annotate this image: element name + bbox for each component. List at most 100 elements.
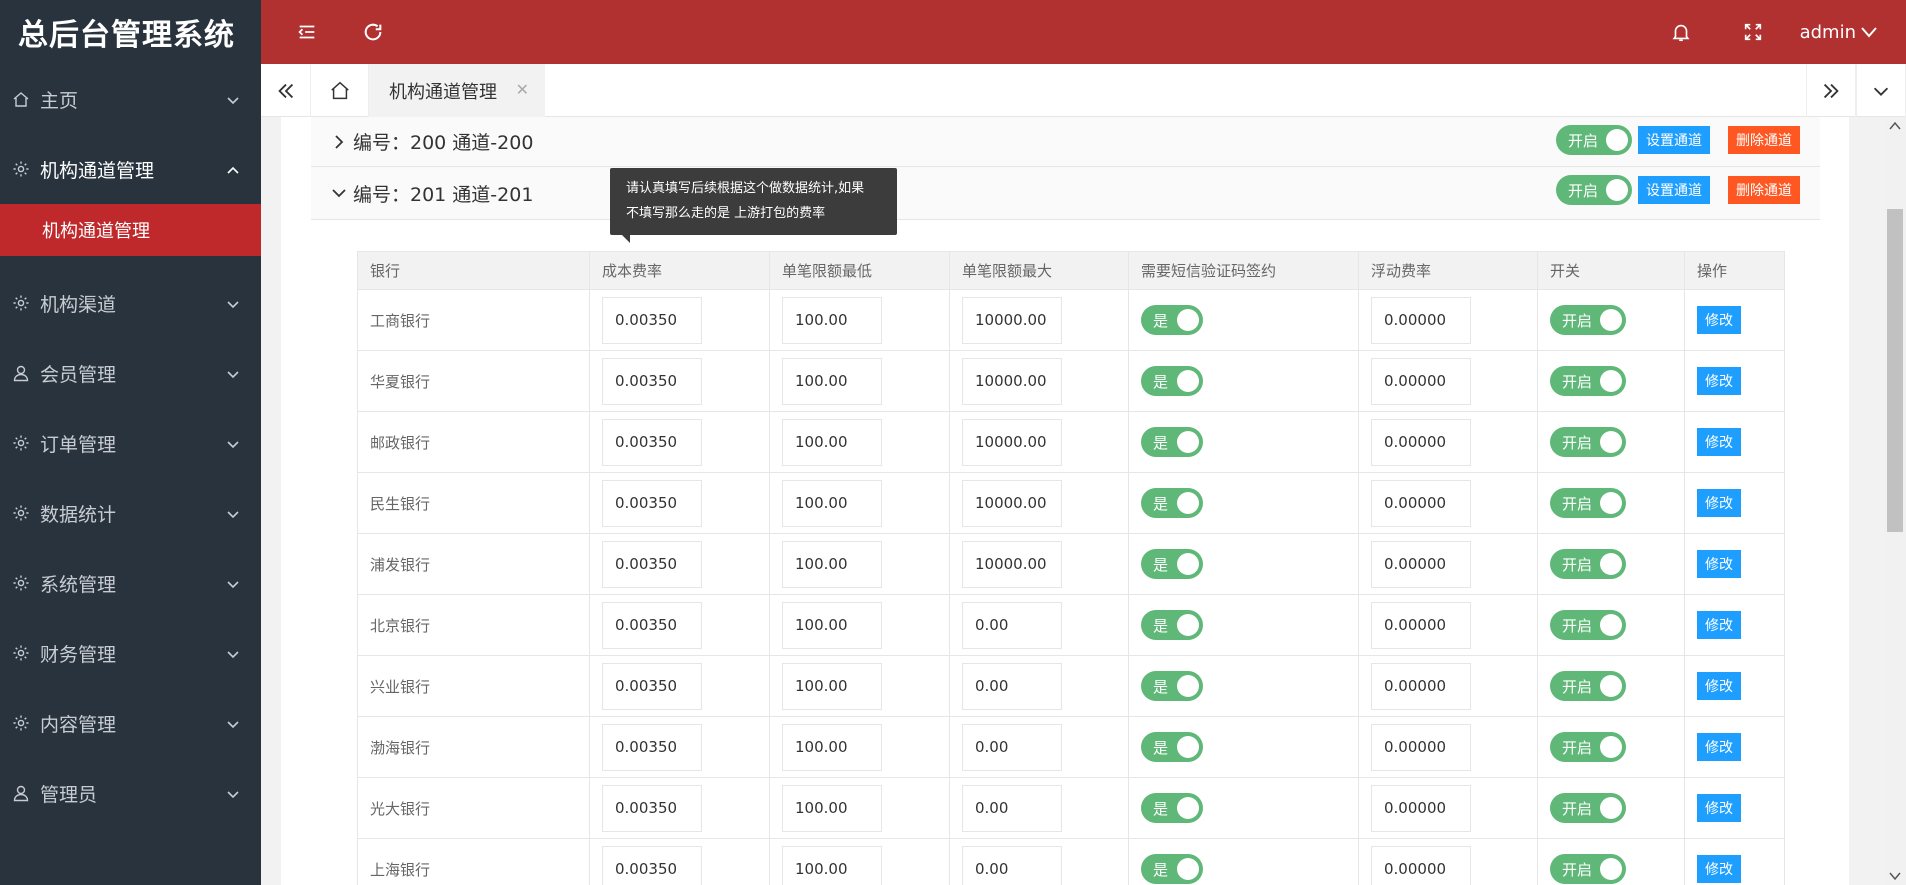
sms-switch[interactable]: 是 [1141, 671, 1203, 701]
enable-switch[interactable]: 开启 [1550, 671, 1626, 701]
float-rate-input[interactable]: 0.00000 [1371, 784, 1471, 832]
max-limit-input[interactable]: 10000.00 [962, 418, 1062, 466]
float-rate-input[interactable]: 0.00000 [1371, 357, 1471, 405]
channel-item-200[interactable]: 编号：200 通道-200 开启 设置通道 删除通道 [311, 117, 1820, 167]
cost-rate-input[interactable]: 0.00350 [602, 296, 702, 344]
max-limit-input[interactable]: 0.00 [962, 662, 1062, 710]
enable-switch[interactable]: 开启 [1550, 732, 1626, 762]
edit-button[interactable]: 修改 [1697, 672, 1741, 700]
edit-button[interactable]: 修改 [1697, 306, 1741, 334]
set-channel-button[interactable]: 设置通道 [1638, 126, 1710, 154]
sms-switch[interactable]: 是 [1141, 305, 1203, 335]
sidebar-subitem-active[interactable]: 机构通道管理 [0, 204, 261, 256]
sms-switch[interactable]: 是 [1141, 366, 1203, 396]
tab-scroll-left-icon[interactable] [261, 64, 311, 117]
edit-button[interactable]: 修改 [1697, 428, 1741, 456]
channel-switch[interactable]: 开启 [1556, 125, 1632, 155]
sidebar-item-3[interactable]: 会员管理 [0, 338, 261, 408]
sms-switch[interactable]: 是 [1141, 732, 1203, 762]
sms-switch[interactable]: 是 [1141, 854, 1203, 884]
float-rate-input[interactable]: 0.00000 [1371, 723, 1471, 771]
max-limit-input[interactable]: 10000.00 [962, 479, 1062, 527]
sms-switch[interactable]: 是 [1141, 549, 1203, 579]
cost-rate-input[interactable]: 0.00350 [602, 723, 702, 771]
enable-switch[interactable]: 开启 [1550, 854, 1626, 884]
cost-rate-input[interactable]: 0.00350 [602, 601, 702, 649]
scrollbar-thumb[interactable] [1887, 209, 1903, 532]
min-limit-input[interactable]: 100.00 [782, 601, 882, 649]
user-menu[interactable]: admin [1800, 0, 1878, 64]
sidebar-item-4[interactable]: 订单管理 [0, 408, 261, 478]
enable-switch[interactable]: 开启 [1550, 305, 1626, 335]
max-limit-input[interactable]: 0.00 [962, 723, 1062, 771]
max-limit-input[interactable]: 10000.00 [962, 357, 1062, 405]
channel-item-201[interactable]: 编号：201 通道-201 开启 设置通道 删除通道 [311, 167, 1820, 220]
min-limit-input[interactable]: 100.00 [782, 784, 882, 832]
float-rate-input[interactable]: 0.00000 [1371, 540, 1471, 588]
sidebar-item-7[interactable]: 财务管理 [0, 618, 261, 688]
float-rate-input[interactable]: 0.00000 [1371, 418, 1471, 466]
enable-switch[interactable]: 开启 [1550, 610, 1626, 640]
sidebar-item-9[interactable]: 管理员 [0, 758, 261, 828]
min-limit-input[interactable]: 100.00 [782, 296, 882, 344]
set-channel-button[interactable]: 设置通道 [1638, 176, 1710, 204]
cost-rate-input[interactable]: 0.00350 [602, 662, 702, 710]
sms-switch[interactable]: 是 [1141, 427, 1203, 457]
channel-switch[interactable]: 开启 [1556, 175, 1632, 205]
scroll-up-icon[interactable] [1889, 121, 1901, 131]
edit-button[interactable]: 修改 [1697, 733, 1741, 761]
min-limit-input[interactable]: 100.00 [782, 357, 882, 405]
menu-collapse-icon[interactable] [293, 18, 321, 46]
min-limit-input[interactable]: 100.00 [782, 540, 882, 588]
max-limit-input[interactable]: 0.00 [962, 845, 1062, 885]
max-limit-input[interactable]: 0.00 [962, 601, 1062, 649]
cost-rate-input[interactable]: 0.00350 [602, 357, 702, 405]
bell-icon[interactable] [1667, 18, 1695, 46]
cost-rate-input[interactable]: 0.00350 [602, 784, 702, 832]
max-limit-input[interactable]: 10000.00 [962, 296, 1062, 344]
tab-menu-chevron-down-icon[interactable] [1856, 64, 1906, 117]
delete-channel-button[interactable]: 删除通道 [1728, 126, 1800, 154]
sidebar-item-5[interactable]: 数据统计 [0, 478, 261, 548]
vertical-scrollbar[interactable] [1884, 117, 1906, 885]
edit-button[interactable]: 修改 [1697, 855, 1741, 883]
float-rate-input[interactable]: 0.00000 [1371, 479, 1471, 527]
edit-button[interactable]: 修改 [1697, 550, 1741, 578]
edit-button[interactable]: 修改 [1697, 489, 1741, 517]
refresh-icon[interactable] [359, 18, 387, 46]
tab-channel-management[interactable]: 机构通道管理 ✕ [369, 64, 545, 117]
sms-switch[interactable]: 是 [1141, 488, 1203, 518]
enable-switch[interactable]: 开启 [1550, 488, 1626, 518]
cost-rate-input[interactable]: 0.00350 [602, 418, 702, 466]
enable-switch[interactable]: 开启 [1550, 793, 1626, 823]
sms-switch[interactable]: 是 [1141, 793, 1203, 823]
cost-rate-input[interactable]: 0.00350 [602, 479, 702, 527]
sidebar-item-2[interactable]: 机构渠道 [0, 268, 261, 338]
delete-channel-button[interactable]: 删除通道 [1728, 176, 1800, 204]
sidebar-item-0[interactable]: 主页 [0, 64, 261, 134]
scroll-down-icon[interactable] [1889, 871, 1901, 881]
min-limit-input[interactable]: 100.00 [782, 418, 882, 466]
edit-button[interactable]: 修改 [1697, 794, 1741, 822]
float-rate-input[interactable]: 0.00000 [1371, 662, 1471, 710]
sidebar-item-1[interactable]: 机构通道管理 [0, 134, 261, 204]
sidebar-item-8[interactable]: 内容管理 [0, 688, 261, 758]
enable-switch[interactable]: 开启 [1550, 366, 1626, 396]
max-limit-input[interactable]: 10000.00 [962, 540, 1062, 588]
min-limit-input[interactable]: 100.00 [782, 723, 882, 771]
cost-rate-input[interactable]: 0.00350 [602, 540, 702, 588]
fullscreen-icon[interactable] [1739, 18, 1767, 46]
cost-rate-input[interactable]: 0.00350 [602, 845, 702, 885]
edit-button[interactable]: 修改 [1697, 611, 1741, 639]
min-limit-input[interactable]: 100.00 [782, 845, 882, 885]
min-limit-input[interactable]: 100.00 [782, 479, 882, 527]
float-rate-input[interactable]: 0.00000 [1371, 845, 1471, 885]
float-rate-input[interactable]: 0.00000 [1371, 296, 1471, 344]
max-limit-input[interactable]: 0.00 [962, 784, 1062, 832]
float-rate-input[interactable]: 0.00000 [1371, 601, 1471, 649]
tab-scroll-right-icon[interactable] [1806, 64, 1856, 117]
sidebar-item-6[interactable]: 系统管理 [0, 548, 261, 618]
close-icon[interactable]: ✕ [516, 80, 529, 99]
home-tab-icon[interactable] [311, 64, 369, 117]
enable-switch[interactable]: 开启 [1550, 427, 1626, 457]
